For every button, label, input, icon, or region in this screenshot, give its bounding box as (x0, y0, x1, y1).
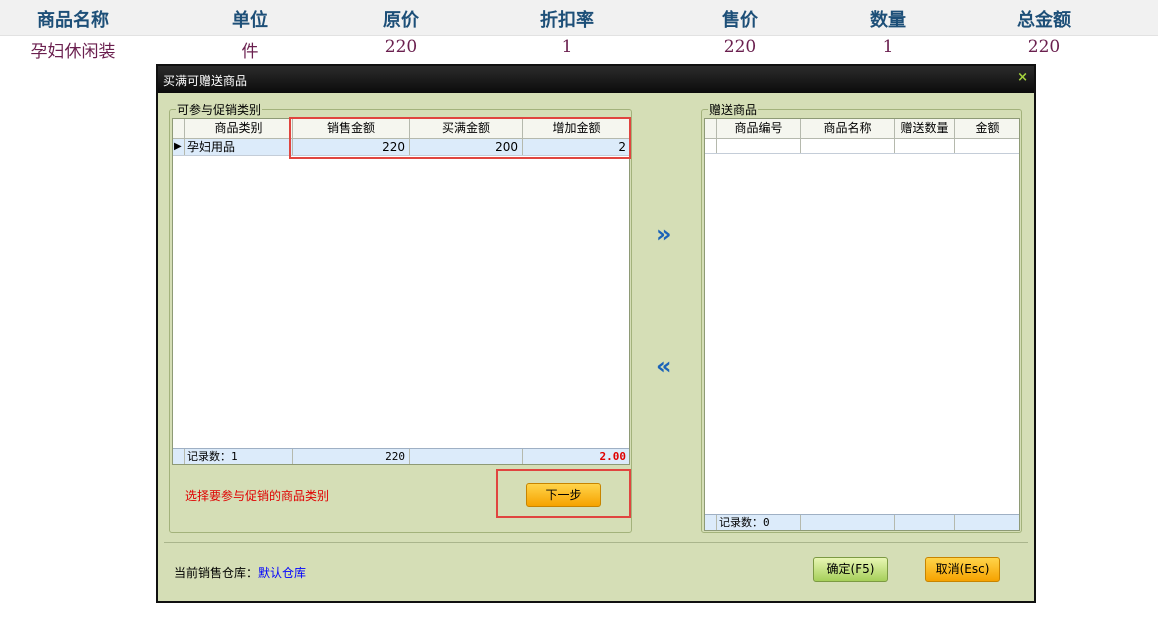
move-left-icon[interactable]: « (656, 354, 672, 378)
footer-cell (955, 515, 1019, 530)
col-gift-quantity[interactable]: 赠送数量 (895, 119, 955, 138)
header-unit: 单位 (232, 10, 268, 31)
header-quantity: 数量 (870, 10, 906, 31)
category-grid[interactable]: 商品类别 销售金额 买满金额 增加金额 ▶ 孕妇用品 220 200 2 记录数… (172, 118, 630, 465)
empty-cell[interactable] (895, 139, 955, 153)
cancel-button[interactable]: 取消(Esc) (925, 557, 1000, 582)
grid-corner (173, 119, 185, 138)
row-pointer-icon: ▶ (173, 139, 185, 155)
gift-goods-group: 赠送商品 商品编号 商品名称 赠送数量 金额 记录数：0 (701, 101, 1022, 533)
col-threshold[interactable]: 买满金额 (410, 119, 523, 138)
header-total: 总金额 (1017, 10, 1071, 31)
cell-original-price: 220 (384, 37, 418, 57)
gift-grid[interactable]: 商品编号 商品名称 赠送数量 金额 记录数：0 (704, 118, 1020, 531)
cell-product-name: 孕妇休闲装 (30, 42, 116, 62)
category-grid-header: 商品类别 销售金额 买满金额 增加金额 (173, 119, 629, 139)
cell-quantity: 1 (882, 37, 894, 57)
col-amount[interactable]: 金额 (955, 119, 1019, 138)
header-discount-rate: 折扣率 (540, 10, 594, 31)
bottom-divider (164, 542, 1028, 543)
header-original-price: 原价 (383, 10, 419, 31)
dialog-title: 买满可赠送商品 (163, 74, 248, 88)
selection-hint: 选择要参与促销的商品类别 (185, 489, 330, 503)
col-category[interactable]: 商品类别 (185, 119, 293, 138)
empty-cell[interactable] (717, 139, 801, 153)
gift-goods-group-label: 赠送商品 (708, 101, 759, 118)
footer-record-count: 记录数：0 (717, 515, 801, 530)
cell-sales-amount[interactable]: 220 (293, 139, 410, 155)
move-right-icon[interactable]: » (656, 222, 672, 246)
table-row[interactable] (705, 139, 1019, 154)
footer-indicator (705, 515, 717, 530)
warehouse-value[interactable]: 默认仓库 (258, 564, 306, 581)
cell-unit: 件 (241, 42, 259, 62)
confirm-button[interactable]: 确定(F5) (813, 557, 888, 582)
footer-cell (895, 515, 955, 530)
footer-threshold-total (410, 449, 523, 464)
cell-increase[interactable]: 2 (523, 139, 629, 155)
footer-sales-total: 220 (293, 449, 410, 464)
cell-category[interactable]: 孕妇用品 (185, 139, 293, 155)
footer-increase-total: 2.00 (523, 449, 629, 464)
col-sales-amount[interactable]: 销售金额 (293, 119, 410, 138)
category-grid-footer: 记录数：1 220 2.00 (173, 448, 629, 464)
gift-grid-header: 商品编号 商品名称 赠送数量 金额 (705, 119, 1019, 139)
gift-dialog: 买满可赠送商品 × 可参与促销类别 商品类别 销售金额 买满金额 增加金额 ▶ … (156, 64, 1036, 603)
table-row[interactable]: ▶ 孕妇用品 220 200 2 (173, 139, 629, 156)
grid-corner (705, 119, 717, 138)
product-table-header: 商品名称 单位 原价 折扣率 售价 数量 总金额 (0, 0, 1158, 36)
header-product-name: 商品名称 (37, 10, 109, 31)
col-goods-name[interactable]: 商品名称 (801, 119, 895, 138)
gift-grid-footer: 记录数：0 (705, 514, 1019, 530)
footer-record-count: 记录数：1 (185, 449, 293, 464)
next-step-button[interactable]: 下一步 (526, 483, 601, 507)
dialog-titlebar[interactable]: 买满可赠送商品 × (158, 66, 1034, 93)
footer-cell (801, 515, 895, 530)
col-goods-code[interactable]: 商品编号 (717, 119, 801, 138)
empty-row-indicator (705, 139, 717, 153)
eligible-category-group-label: 可参与促销类别 (176, 101, 263, 118)
close-icon[interactable]: × (1017, 70, 1028, 85)
empty-cell[interactable] (955, 139, 1019, 153)
footer-indicator (173, 449, 185, 464)
col-increase[interactable]: 增加金额 (523, 119, 629, 138)
empty-cell[interactable] (801, 139, 895, 153)
cell-threshold[interactable]: 200 (410, 139, 523, 155)
cell-total: 220 (1027, 37, 1061, 57)
cell-sale-price: 220 (723, 37, 757, 57)
warehouse-label: 当前销售仓库： (174, 566, 259, 580)
cell-discount-rate: 1 (561, 37, 573, 57)
header-sale-price: 售价 (722, 10, 758, 31)
eligible-category-group: 可参与促销类别 商品类别 销售金额 买满金额 增加金额 ▶ 孕妇用品 220 2… (169, 101, 632, 533)
